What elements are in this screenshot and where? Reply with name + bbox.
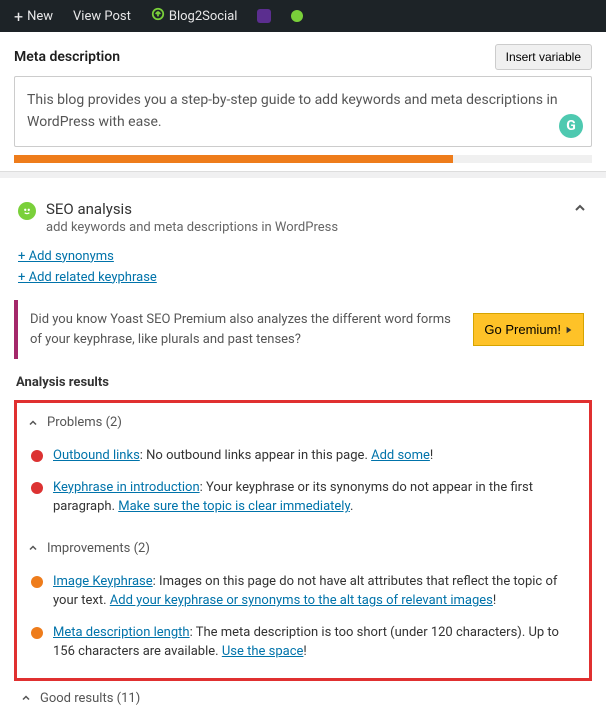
status-bullet-icon [31,576,43,588]
meta-description-panel: Meta description Insert variable This bl… [0,32,606,172]
analysis-item-text: Outbound links: No outbound links appear… [53,446,433,466]
analysis-item: Image Keyphrase: Images on this page do … [27,566,579,617]
wp-admin-bar: New View Post Blog2Social [0,0,606,32]
chevron-up-icon [27,542,39,554]
analysis-item-text: Image Keyphrase: Images on this page do … [53,572,575,611]
view-post-link[interactable]: View Post [65,0,139,32]
yoast-menu[interactable] [249,0,279,32]
analysis-item-action-link[interactable]: Add some [371,448,430,463]
analysis-item-text: Meta description length: The meta descri… [53,623,575,662]
meta-description-text: This blog provides you a step-by-step gu… [27,92,558,130]
status-bullet-icon [31,627,43,639]
seo-analysis-header[interactable]: SEO analysis add keywords and meta descr… [14,192,592,243]
analysis-item-link[interactable]: Image Keyphrase [53,574,153,589]
seo-analysis-panel: SEO analysis add keywords and meta descr… [0,178,606,720]
analysis-item-text: Keyphrase in introduction: Your keyphras… [53,478,575,517]
chevron-up-icon [572,200,588,216]
meta-description-input[interactable]: This blog provides you a step-by-step gu… [14,76,592,147]
chevron-up-icon [20,692,32,704]
blog2social-menu[interactable]: Blog2Social [143,0,246,32]
smiley-icon [18,202,36,220]
analysis-item: Outbound links: No outbound links appear… [27,440,579,472]
analysis-item-action-link[interactable]: Use the space [222,644,304,659]
add-synonyms-link[interactable]: + Add synonyms [18,247,588,268]
new-menu[interactable]: New [6,0,61,32]
premium-upsell: Did you know Yoast SEO Premium also anal… [14,300,592,359]
problems-list: Outbound links: No outbound links appear… [21,440,585,531]
yoast-icon [257,9,271,23]
premium-text: Did you know Yoast SEO Premium also anal… [30,310,463,349]
meta-description-heading: Meta description [14,49,120,65]
blog2social-label: Blog2Social [169,9,238,24]
new-label: New [27,9,53,24]
meta-progress-bar [14,155,592,163]
analysis-item-action-link[interactable]: Add your keyphrase or synonyms to the al… [110,593,493,608]
chevron-up-icon [27,417,39,429]
external-icon [151,7,165,25]
problems-toggle[interactable]: Problems (2) [21,405,585,440]
improvements-label: Improvements (2) [47,541,150,556]
problems-label: Problems (2) [47,415,122,430]
keyphrase-links: + Add synonyms + Add related keyphrase [14,243,592,301]
analysis-results-heading: Analysis results [14,371,592,400]
add-related-keyphrase-link[interactable]: + Add related keyphrase [18,268,588,289]
analysis-item: Meta description length: The meta descri… [27,617,579,668]
improvements-list: Image Keyphrase: Images on this page do … [21,566,585,676]
plus-icon [14,7,23,26]
view-post-label: View Post [73,9,131,24]
seo-subtitle: add keywords and meta descriptions in Wo… [46,220,338,235]
analysis-item-action-link[interactable]: Make sure the topic is clear immediately [118,499,350,514]
analysis-item: Keyphrase in introduction: Your keyphras… [27,472,579,523]
go-premium-button[interactable]: Go Premium! [473,313,584,346]
good-results-label: Good results (11) [40,691,140,706]
analysis-item-link[interactable]: Outbound links [53,448,140,463]
good-results-toggle[interactable]: Good results (11) [14,681,592,716]
status-bullet-icon [31,450,43,462]
highlighted-results: Problems (2) Outbound links: No outbound… [14,400,592,681]
status-dot-icon [291,10,303,22]
grammarly-icon[interactable]: G [559,114,583,138]
status-bullet-icon [31,482,43,494]
analysis-item-link[interactable]: Meta description length [53,625,190,640]
insert-variable-button[interactable]: Insert variable [495,44,592,70]
go-premium-label: Go Premium! [484,322,561,337]
seo-title: SEO analysis [46,200,338,218]
caret-right-icon [565,326,573,334]
improvements-toggle[interactable]: Improvements (2) [21,531,585,566]
analysis-item-link[interactable]: Keyphrase in introduction [53,480,200,495]
seo-status[interactable] [283,0,311,32]
